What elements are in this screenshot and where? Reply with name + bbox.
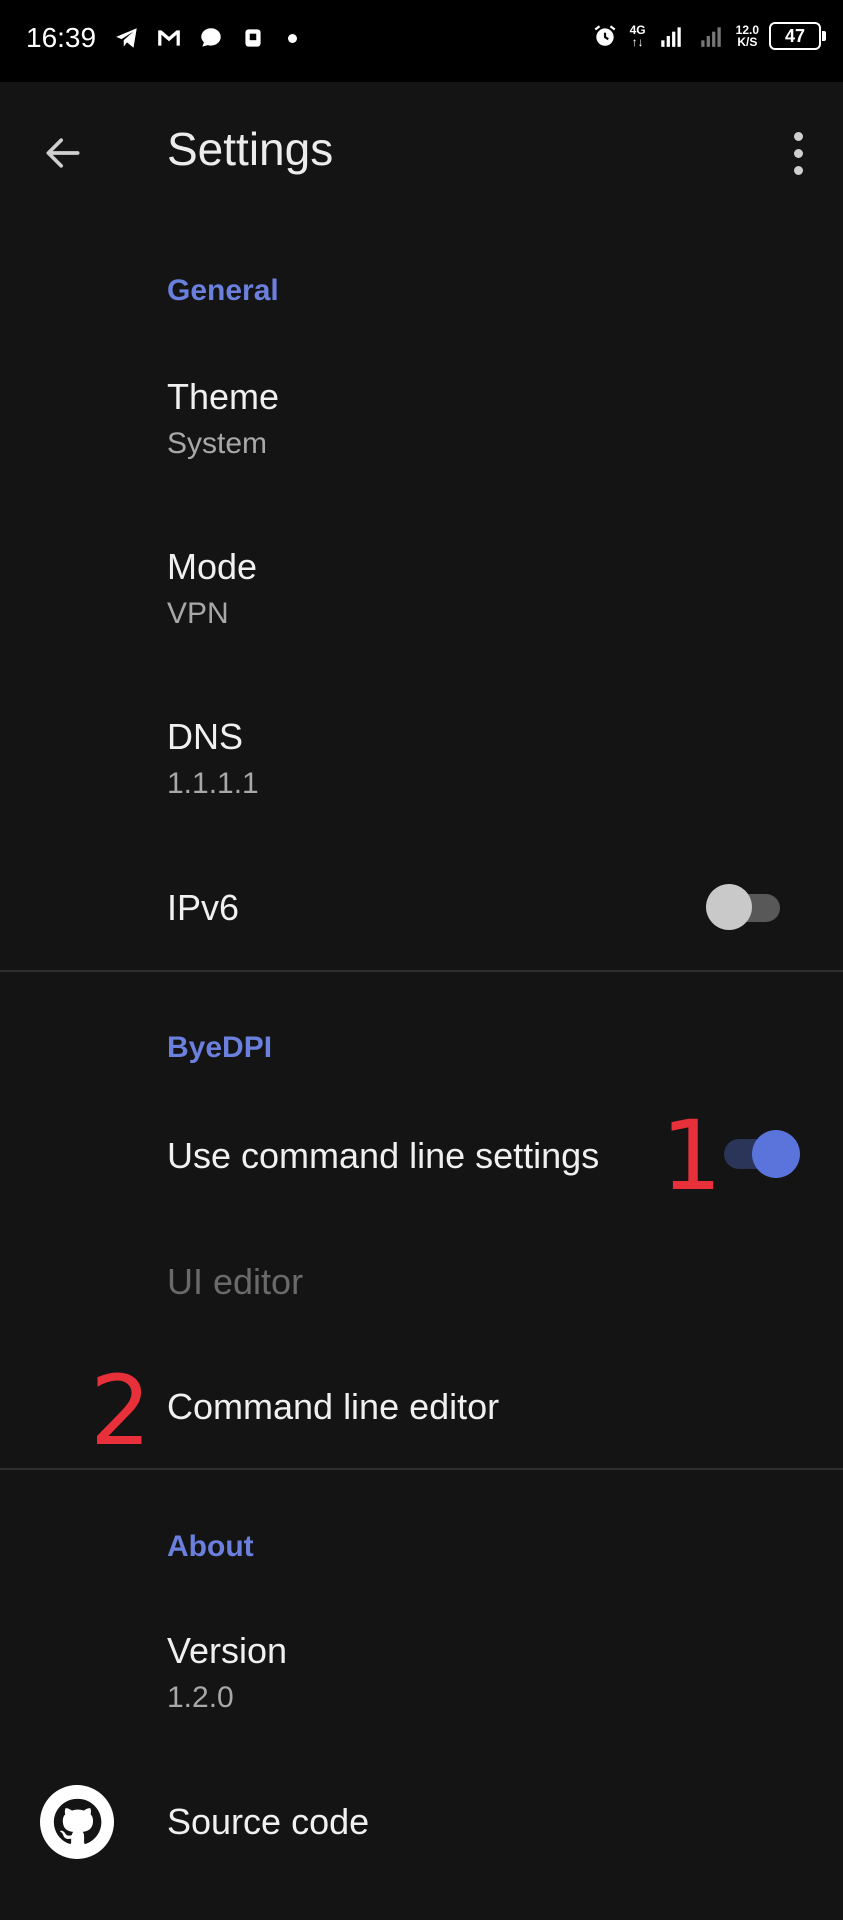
chat-icon [201,28,221,47]
back-button[interactable] [30,120,96,186]
section-divider-2 [0,1468,843,1470]
pref-dns[interactable] [0,700,843,850]
section-header-general: General [167,274,279,307]
pref-mode-value: VPN [167,597,229,630]
pref-ui-editor-disabled: UI editor [167,1261,304,1302]
annotation-number-2: 2 [90,1355,152,1467]
signal-icon-secondary [700,27,721,47]
pref-dns-value: 1.1.1.1 [167,767,259,800]
app-notification-icon [245,29,261,47]
alarm-icon [594,25,616,46]
system-status-icons: 4G ↑↓ 12.0 K/S 47 [590,22,826,50]
app-bar: Settings [0,82,843,222]
github-icon [40,1785,114,1859]
section-header-byedpi: ByeDPI [167,1031,273,1064]
ipv6-toggle[interactable] [702,884,782,930]
pref-ipv6-title: IPv6 [167,887,240,928]
section-divider [0,970,843,972]
notification-icons [112,25,297,51]
pref-version[interactable] [0,1610,843,1740]
use-command-line-toggle[interactable] [722,1130,804,1180]
telegram-icon [116,28,137,48]
pref-theme[interactable] [0,360,843,510]
pref-command-line-editor-title: Command line editor [167,1386,500,1427]
more-options-button[interactable] [773,120,823,186]
pref-dns-title: DNS [167,716,244,757]
annotation-number-1: 1 [661,1100,723,1212]
pref-mode[interactable] [0,530,843,680]
status-bar: 16:39 4G ↑↓ 12.0 K/S 47 [0,0,843,82]
pref-source-code-title: Source code [167,1801,370,1842]
more-notifications-dot [288,33,297,43]
pref-version-title: Version [167,1630,288,1671]
more-vert-icon [793,131,803,141]
pref-theme-title: Theme [167,376,280,417]
section-header-about: About [167,1530,254,1563]
gmail-icon [158,30,180,46]
signal-icon [660,27,681,47]
pref-use-command-line-title: Use command line settings [167,1135,600,1176]
battery-icon: 47 [769,22,826,50]
network-type: 4G ↑↓ [629,23,646,49]
pref-version-value: 1.2.0 [167,1681,234,1714]
network-speed: 12.0 K/S [735,23,759,49]
page-title: Settings [167,123,334,175]
pref-source-code[interactable] [0,1770,843,1880]
pref-mode-title: Mode [167,546,258,587]
arrow-left-icon [46,138,80,168]
status-time: 16:39 [26,22,97,53]
pref-theme-value: System [167,427,268,460]
